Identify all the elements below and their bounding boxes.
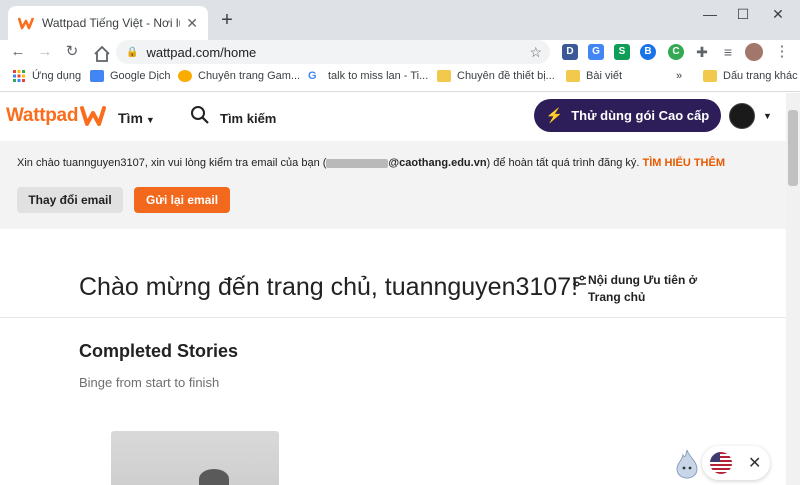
folder-icon	[566, 70, 580, 82]
game-icon	[178, 70, 192, 82]
window-close-button[interactable]: ✕	[768, 6, 788, 23]
us-flag-icon[interactable]	[710, 452, 732, 474]
page-title: Chào mừng đến trang chủ, tuannguyen3107!	[79, 273, 579, 301]
home-icon[interactable]	[92, 44, 112, 64]
extension-d-icon[interactable]: D	[562, 44, 578, 60]
notice-message: Xin chào tuannguyen3107, xin vui lòng ki…	[17, 157, 725, 169]
bookmark-label: Ứng dụng	[32, 70, 82, 82]
apps-grid-icon	[13, 70, 25, 82]
language-widget[interactable]: ✕	[702, 446, 770, 480]
bookmark-label: Chuyên trang Gam...	[198, 70, 301, 82]
redacted-email	[326, 158, 389, 168]
caret-down-icon[interactable]: ▼	[763, 111, 772, 121]
wattpad-logo[interactable]: Wattpad	[6, 103, 107, 129]
learn-more-link[interactable]: TÌM HIỂU THÊM	[643, 157, 726, 169]
bookmark-apps[interactable]: Ứng dụng	[12, 70, 81, 82]
bookmark-label: Bài viết	[586, 70, 623, 82]
folder-icon	[703, 70, 717, 82]
bookmark-google-translate[interactable]: Google Dịch	[90, 70, 171, 82]
address-bar[interactable]: 🔒 wattpad.com/home ☆	[116, 40, 550, 64]
bookmark-folder-bai-viet[interactable]: Bài viết	[566, 70, 622, 82]
section-title: Completed Stories	[79, 341, 239, 361]
extension-blue-icon[interactable]: B	[640, 44, 656, 60]
avatar[interactable]	[729, 103, 755, 129]
lightning-icon: ⚡	[545, 107, 564, 123]
google-icon: G	[308, 70, 322, 82]
profile-avatar-icon[interactable]	[745, 43, 763, 61]
email-domain: @caothang.edu.vn	[388, 157, 487, 169]
media-queue-icon[interactable]: ≡	[718, 42, 738, 62]
maximize-button[interactable]: ☐	[733, 6, 753, 23]
section-subtitle: Binge from start to finish	[79, 375, 220, 390]
premium-label: Thử dùng gói Cao cấp	[571, 108, 710, 123]
google-translate-icon	[90, 70, 104, 82]
change-email-button[interactable]: Thay đổi email	[17, 187, 123, 213]
preferences-label: Nội dung Ưu tiên ở Trang chủ	[588, 273, 698, 304]
bookmark-label: Chuyên đề thiết bị...	[457, 70, 555, 82]
search-input[interactable]: Tìm kiếm	[220, 111, 276, 126]
caret-down-icon: ▼	[145, 115, 155, 125]
browser-tab[interactable]: Wattpad Tiếng Việt - Nơi lưu trữ ✕	[8, 6, 208, 40]
chrome-menu-icon[interactable]: ⋮	[772, 42, 792, 62]
scrollbar-thumb[interactable]	[788, 110, 798, 186]
extension-chat-icon[interactable]: C	[668, 44, 684, 60]
bookmarks-overflow-button[interactable]: »	[676, 70, 682, 82]
forward-button[interactable]: →	[35, 42, 55, 62]
site-header: Wattpad Tìm ▼ Tìm kiếm ⚡ Thử dùng gói Cao…	[0, 93, 786, 141]
notice-text-before: Xin chào tuannguyen3107, xin vui lòng ki…	[17, 157, 327, 169]
home-preferences-button[interactable]: Nội dung Ưu tiên ở Trang chủ	[573, 272, 708, 306]
resend-email-button[interactable]: Gửi lại email	[134, 187, 230, 213]
search-icon[interactable]	[190, 105, 210, 125]
browser-toolbar: ← → ↻ 🔒 wattpad.com/home ☆ D G S B C ✚ ≡…	[0, 40, 800, 64]
browse-dropdown[interactable]: Tìm ▼	[118, 110, 155, 126]
sliders-icon	[573, 275, 586, 287]
bookmark-game[interactable]: Chuyên trang Gam...	[178, 70, 300, 82]
minimize-button[interactable]: —	[700, 6, 720, 22]
wattpad-favicon-icon	[18, 17, 34, 30]
bookmark-folder-chuyen-de[interactable]: Chuyên đề thiết bị...	[437, 70, 555, 82]
new-tab-button[interactable]: +	[217, 10, 237, 30]
wattpad-w-icon	[80, 106, 107, 126]
extensions-puzzle-icon[interactable]: ✚	[692, 42, 712, 62]
extension-classroom-icon[interactable]: S	[614, 44, 630, 60]
notice-text-after: ) để hoàn tất quá trình đăng ký.	[486, 157, 640, 169]
tab-title: Wattpad Tiếng Việt - Nơi lưu trữ	[42, 16, 180, 30]
browse-label: Tìm	[118, 110, 143, 126]
bookmark-label: talk to miss lan - Ti...	[328, 70, 429, 82]
extension-translate-icon[interactable]: G	[588, 44, 604, 60]
browser-tab-strip: Wattpad Tiếng Việt - Nơi lưu trữ ✕ + — ☐…	[0, 0, 800, 40]
bookmark-star-icon[interactable]: ☆	[529, 44, 542, 61]
cat-image	[199, 469, 229, 485]
email-verification-notice: Xin chào tuannguyen3107, xin vui lòng ki…	[0, 141, 786, 229]
bookmark-label: Dấu trang khác	[723, 70, 798, 82]
try-premium-button[interactable]: ⚡ Thử dùng gói Cao cấp	[534, 99, 721, 132]
flame-mascot-icon[interactable]	[675, 449, 699, 479]
close-icon[interactable]: ✕	[748, 453, 761, 473]
bookmark-label: »	[676, 70, 683, 82]
lock-icon: 🔒	[126, 46, 139, 58]
bookmark-label: Google Dịch	[110, 70, 171, 82]
url-text: wattpad.com/home	[146, 44, 257, 60]
bookmarks-bar: Ứng dụng Google Dịch Chuyên trang Gam...…	[0, 64, 800, 92]
divider	[0, 317, 786, 318]
back-button[interactable]: ←	[8, 42, 28, 62]
bookmark-talk[interactable]: G talk to miss lan - Ti...	[308, 70, 428, 82]
logo-text: Wattpad	[6, 105, 79, 126]
reload-button[interactable]: ↻	[62, 42, 82, 62]
folder-icon	[437, 70, 451, 82]
story-cover[interactable]	[111, 431, 279, 485]
tab-close-icon[interactable]: ✕	[186, 15, 198, 32]
bookmark-other-bookmarks[interactable]: Dấu trang khác	[703, 70, 798, 82]
